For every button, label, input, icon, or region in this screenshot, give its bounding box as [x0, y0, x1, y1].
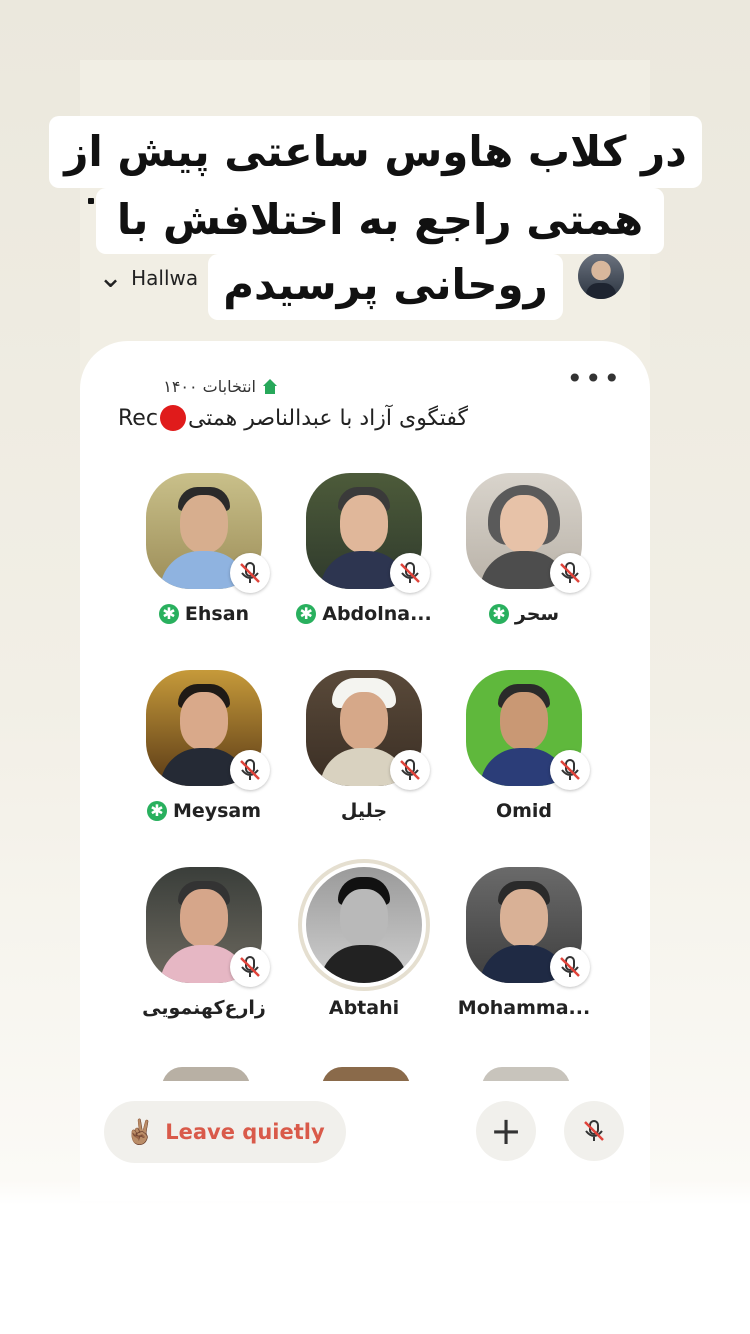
more-dots-icon[interactable]: ••• [566, 365, 622, 393]
mic-toggle-button[interactable] [564, 1101, 624, 1161]
mic-muted-icon [550, 553, 590, 593]
speaker-name-row: ✱ Abdolna... [284, 603, 444, 625]
caption-line-1: در کلاب هاوس ساعتی پیش از [49, 116, 702, 188]
speaker-tile[interactable]: ✱ Ehsan [124, 473, 284, 625]
mic-muted-icon [390, 750, 430, 790]
speaker-name: Ehsan [184, 603, 250, 625]
avatar [162, 1067, 250, 1081]
speaker-name: زارع‌کهنمویی [142, 997, 266, 1019]
speaker-name: Meysam [172, 800, 262, 822]
moderator-icon: ✱ [146, 801, 167, 821]
speaker-tile[interactable]: ✱ Abdolna... [284, 473, 444, 625]
speaker-tile[interactable]: ✱ سحر [444, 473, 604, 625]
mic-muted-icon [230, 553, 270, 593]
speaker-tile[interactable]: زارع‌کهنمویی [124, 867, 284, 1019]
bottom-bar: ✌🏽 Leave quietly + [80, 1081, 650, 1201]
speaker-name-row: جلیل [284, 800, 444, 822]
room-title-text: گفتگوی آزاد با عبدالناصر همتی [187, 405, 468, 431]
mic-muted-icon [230, 750, 270, 790]
mic-muted-icon [550, 750, 590, 790]
club-name: انتخابات ۱۴۰۰ [163, 377, 256, 396]
leave-quietly-button[interactable]: ✌🏽 Leave quietly [104, 1101, 346, 1163]
mic-muted-icon [230, 947, 270, 987]
speaker-tile[interactable]: ✱ Meysam [124, 670, 284, 822]
peace-hand-icon: ✌🏽 [125, 1118, 156, 1146]
room-card: انتخابات ۱۴۰۰ ••• Rec گفتگوی آزاد با عبد… [80, 341, 650, 1201]
chevron-down-icon: ⌄ [98, 260, 124, 295]
mic-muted-icon [390, 553, 430, 593]
club-link[interactable]: انتخابات ۱۴۰۰ [163, 377, 278, 396]
speaker-name: Omid [495, 800, 553, 822]
speaker-name: جلیل [340, 800, 388, 822]
speaker-tile[interactable]: Omid [444, 670, 604, 822]
speaker-name-row: ✱ Ehsan [124, 603, 284, 625]
speaker-name: Abtahi [328, 997, 400, 1019]
speaker-name: Abdolna... [322, 603, 432, 625]
hallway-back-button[interactable]: ⌄ Hallwa [98, 258, 198, 298]
caption-line-3: روحانی پرسیدم [208, 254, 563, 320]
avatar [482, 1067, 570, 1081]
mic-muted-icon [550, 947, 590, 987]
moderator-icon: ✱ [488, 604, 509, 624]
profile-avatar[interactable] [578, 253, 624, 299]
room-title: Rec گفتگوی آزاد با عبدالناصر همتی [118, 405, 548, 431]
record-dot-icon [159, 405, 186, 431]
next-row-preview [80, 1065, 650, 1081]
speaker-name-row: Omid [444, 800, 604, 822]
add-button[interactable]: + [476, 1101, 536, 1161]
speaker-name-row: Abtahi [284, 997, 444, 1019]
speaker-tile[interactable]: Mohamma... [444, 867, 604, 1019]
plus-icon: + [490, 1109, 522, 1153]
speaker-name-row: Mohamma... [444, 997, 604, 1019]
speaker-tile[interactable]: جلیل [284, 670, 444, 822]
speaker-name: Mohamma... [457, 997, 591, 1019]
speaker-tile[interactable]: Abtahi [284, 859, 444, 1019]
caption-line-2: همتی راجع به اختلافش با [96, 188, 664, 254]
speaker-name-row: زارع‌کهنمویی [124, 997, 284, 1019]
moderator-icon: ✱ [158, 604, 179, 624]
home-icon [262, 378, 278, 395]
speaker-name-row: ✱ Meysam [124, 800, 284, 822]
avatar [322, 1067, 410, 1081]
speaker-name: سحر [514, 603, 560, 625]
room-title-rec: Rec [118, 405, 158, 431]
avatar [306, 867, 422, 983]
mic-muted-icon [584, 1120, 604, 1141]
speaker-name-row: ✱ سحر [444, 603, 604, 625]
hallway-label: Hallwa [131, 266, 199, 290]
moderator-icon: ✱ [296, 604, 317, 624]
text-fragment [88, 198, 94, 204]
leave-label: Leave quietly [165, 1120, 325, 1144]
